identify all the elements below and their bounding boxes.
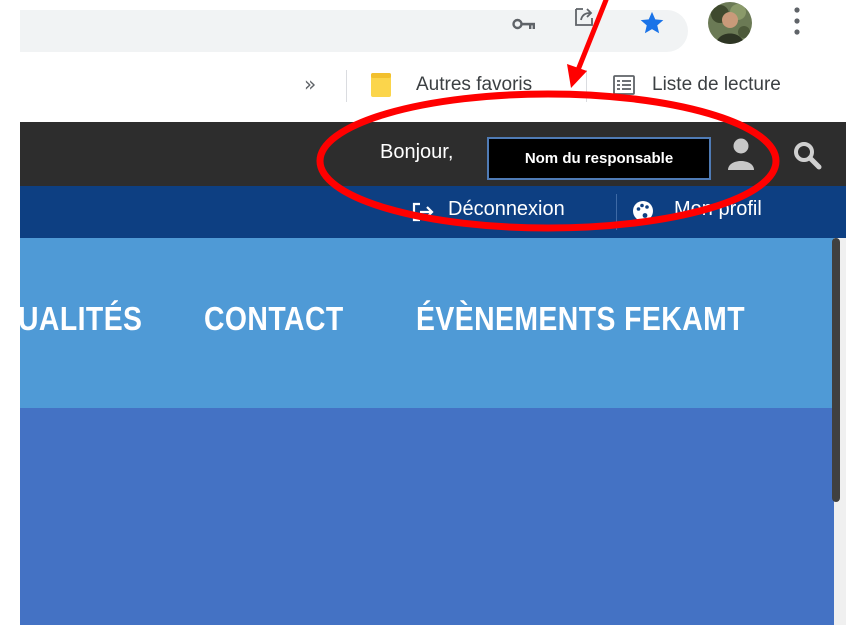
main-navigation: UALITÉS CONTACT ÉVÈNEMENTS FEKAMT <box>18 238 834 408</box>
more-bookmarks-chevron[interactable]: » <box>304 72 316 96</box>
key-icon[interactable] <box>512 17 536 31</box>
bookmarks-divider <box>346 70 347 102</box>
star-icon[interactable] <box>638 9 666 37</box>
bookmarks-bar: » Autres favoris Liste de lecture <box>0 62 846 118</box>
nav-item-actualites[interactable]: UALITÉS <box>18 300 142 338</box>
folder-icon[interactable] <box>370 72 392 98</box>
site-top-bar: Bonjour, Nom du responsable <box>20 122 846 186</box>
nav-item-evenements[interactable]: ÉVÈNEMENTS FEKAMT <box>416 300 745 338</box>
bookmarks-divider <box>586 70 587 102</box>
scrollbar-thumb[interactable] <box>832 238 840 502</box>
reading-list-icon[interactable] <box>612 74 636 96</box>
logout-link[interactable]: Déconnexion <box>448 198 565 221</box>
avatar[interactable] <box>708 2 752 44</box>
account-bar: Déconnexion Mon profil <box>20 186 846 238</box>
kebab-menu-icon[interactable] <box>792 6 802 36</box>
share-icon[interactable] <box>572 5 596 29</box>
browser-toolbar <box>0 0 846 62</box>
palette-icon[interactable] <box>632 200 654 222</box>
search-icon[interactable] <box>792 140 822 170</box>
profile-link[interactable]: Mon profil <box>674 198 762 221</box>
nav-item-contact[interactable]: CONTACT <box>204 300 344 338</box>
user-icon[interactable] <box>726 136 756 172</box>
hero-banner <box>20 408 840 625</box>
account-divider <box>616 194 617 230</box>
bookmark-folder-other-favorites[interactable]: Autres favoris <box>416 74 532 96</box>
logout-icon[interactable] <box>412 202 434 222</box>
username-label: Nom du responsable <box>524 150 674 167</box>
greeting-text: Bonjour, <box>380 141 454 163</box>
username-field[interactable]: Nom du responsable <box>487 137 711 180</box>
reading-list-label[interactable]: Liste de lecture <box>652 74 781 96</box>
